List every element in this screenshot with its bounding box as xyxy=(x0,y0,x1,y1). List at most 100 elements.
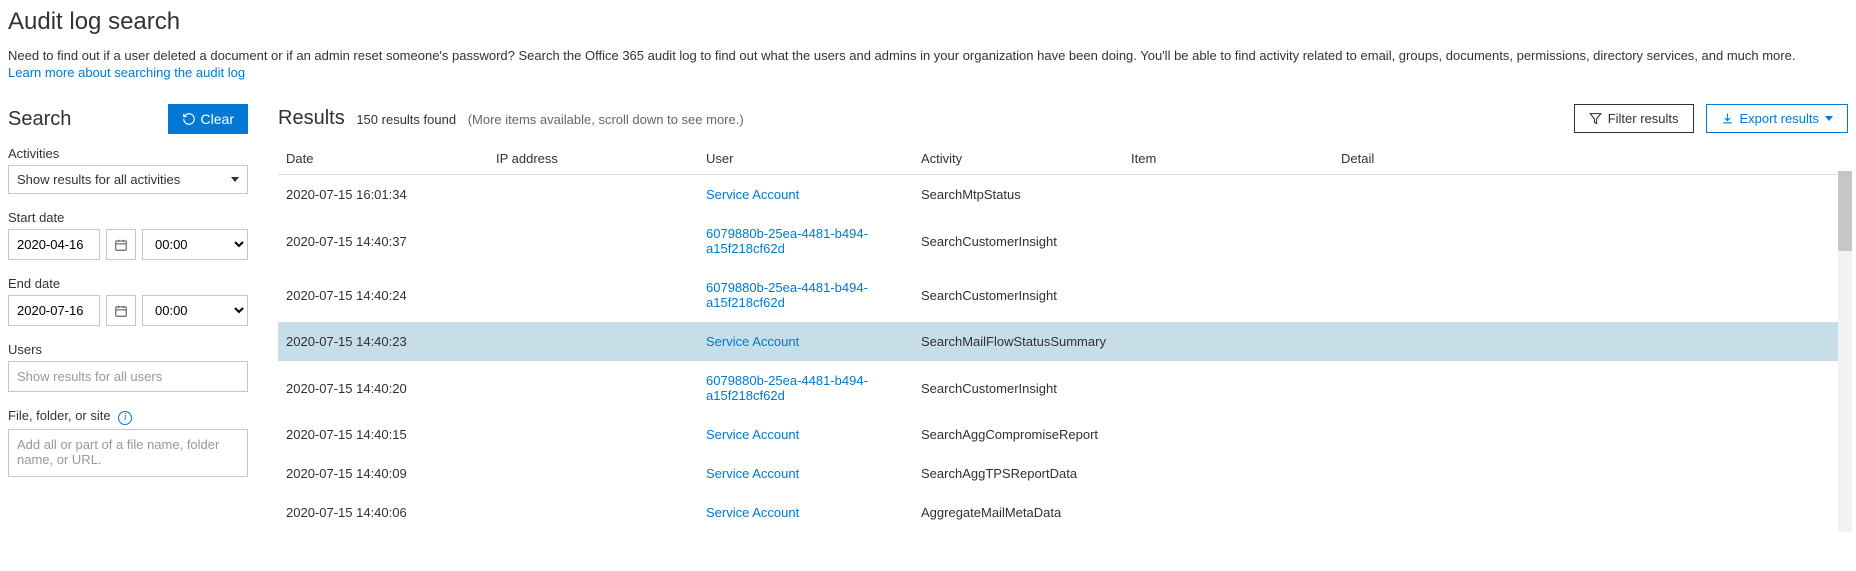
end-date-input[interactable] xyxy=(8,295,100,326)
cell-activity: SearchAggTPSReportData xyxy=(913,454,1123,493)
cell-user: 6079880b-25ea-4481-b494-a15f218cf62d xyxy=(698,214,913,268)
start-date-calendar-button[interactable] xyxy=(106,229,136,260)
cell-ip xyxy=(488,175,698,215)
cell-date: 2020-07-15 14:40:37 xyxy=(278,214,488,268)
download-icon xyxy=(1721,112,1734,125)
cell-user: Service Account xyxy=(698,493,913,532)
cell-item xyxy=(1123,415,1333,454)
file-input[interactable] xyxy=(8,429,248,477)
user-link[interactable]: Service Account xyxy=(706,466,799,481)
cell-activity: SearchCustomerInsight xyxy=(913,361,1123,415)
end-date-calendar-button[interactable] xyxy=(106,295,136,326)
cell-ip xyxy=(488,361,698,415)
file-label: File, folder, or site i xyxy=(8,408,248,425)
end-time-select[interactable]: 00:00 xyxy=(142,295,248,326)
user-link[interactable]: Service Account xyxy=(706,334,799,349)
cell-item xyxy=(1123,322,1333,361)
cell-user: 6079880b-25ea-4481-b494-a15f218cf62d xyxy=(698,361,913,415)
col-header-detail[interactable]: Detail xyxy=(1333,143,1848,175)
undo-icon xyxy=(182,112,196,126)
info-icon[interactable]: i xyxy=(118,411,132,425)
activities-dropdown[interactable]: Show results for all activities xyxy=(8,165,248,194)
cell-ip xyxy=(488,214,698,268)
cell-detail xyxy=(1333,175,1848,215)
page-description: Need to find out if a user deleted a doc… xyxy=(8,48,1848,63)
results-count: 150 results found xyxy=(356,112,456,127)
results-hint: (More items available, scroll down to se… xyxy=(468,112,744,127)
cell-item xyxy=(1123,361,1333,415)
cell-detail xyxy=(1333,454,1848,493)
cell-detail xyxy=(1333,322,1848,361)
cell-activity: SearchCustomerInsight xyxy=(913,214,1123,268)
user-link[interactable]: 6079880b-25ea-4481-b494-a15f218cf62d xyxy=(706,373,868,403)
end-date-label: End date xyxy=(8,276,248,291)
cell-detail xyxy=(1333,415,1848,454)
user-link[interactable]: 6079880b-25ea-4481-b494-a15f218cf62d xyxy=(706,280,868,310)
cell-user: Service Account xyxy=(698,322,913,361)
cell-ip xyxy=(488,322,698,361)
col-header-date[interactable]: Date xyxy=(278,143,488,175)
cell-date: 2020-07-15 14:40:24 xyxy=(278,268,488,322)
table-row[interactable]: 2020-07-15 14:40:09 Service Account Search… xyxy=(278,454,1848,493)
table-row[interactable]: 2020-07-15 14:40:06 Service Account Aggreg… xyxy=(278,493,1848,532)
export-results-label: Export results xyxy=(1740,111,1819,126)
cell-activity: SearchCustomerInsight xyxy=(913,268,1123,322)
cell-detail xyxy=(1333,268,1848,322)
cell-date: 2020-07-15 14:40:15 xyxy=(278,415,488,454)
col-header-item[interactable]: Item xyxy=(1123,143,1333,175)
results-panel: Results 150 results found (More items av… xyxy=(278,104,1848,532)
cell-item xyxy=(1123,175,1333,215)
cell-item xyxy=(1123,454,1333,493)
cell-date: 2020-07-15 14:40:06 xyxy=(278,493,488,532)
table-row[interactable]: 2020-07-15 16:01:34 Service Account Search… xyxy=(278,175,1848,215)
scrollbar[interactable] xyxy=(1838,171,1852,532)
cell-activity: SearchMailFlowStatusSummary xyxy=(913,322,1123,361)
table-row[interactable]: 2020-07-15 14:40:23 Service Account Search… xyxy=(278,322,1848,361)
calendar-icon xyxy=(114,238,128,252)
cell-date: 2020-07-15 14:40:20 xyxy=(278,361,488,415)
start-time-select[interactable]: 00:00 xyxy=(142,229,248,260)
cell-date: 2020-07-15 14:40:23 xyxy=(278,322,488,361)
caret-down-icon xyxy=(231,177,239,182)
file-label-text: File, folder, or site xyxy=(8,408,111,423)
table-row[interactable]: 2020-07-15 14:40:15 Service Account Search… xyxy=(278,415,1848,454)
cell-user: 6079880b-25ea-4481-b494-a15f218cf62d xyxy=(698,268,913,322)
learn-more-link[interactable]: Learn more about searching the audit log xyxy=(8,65,245,80)
search-title: Search xyxy=(8,108,71,131)
start-date-label: Start date xyxy=(8,210,248,225)
table-row[interactable]: 2020-07-15 14:40:24 6079880b-25ea-4481-b4… xyxy=(278,268,1848,322)
clear-button[interactable]: Clear xyxy=(168,104,248,134)
cell-date: 2020-07-15 16:01:34 xyxy=(278,175,488,215)
user-link[interactable]: 6079880b-25ea-4481-b494-a15f218cf62d xyxy=(706,226,868,256)
cell-activity: SearchMtpStatus xyxy=(913,175,1123,215)
scrollbar-thumb[interactable] xyxy=(1838,171,1852,251)
cell-ip xyxy=(488,268,698,322)
page-title: Audit log search xyxy=(8,8,1848,36)
start-date-input[interactable] xyxy=(8,229,100,260)
col-header-ip[interactable]: IP address xyxy=(488,143,698,175)
users-label: Users xyxy=(8,342,248,357)
clear-button-label: Clear xyxy=(201,111,234,127)
cell-detail xyxy=(1333,493,1848,532)
table-row[interactable]: 2020-07-15 14:40:20 6079880b-25ea-4481-b4… xyxy=(278,361,1848,415)
cell-user: Service Account xyxy=(698,415,913,454)
cell-date: 2020-07-15 14:40:09 xyxy=(278,454,488,493)
calendar-icon xyxy=(114,304,128,318)
cell-item xyxy=(1123,268,1333,322)
user-link[interactable]: Service Account xyxy=(706,187,799,202)
col-header-user[interactable]: User xyxy=(698,143,913,175)
export-results-button[interactable]: Export results xyxy=(1706,104,1848,133)
user-link[interactable]: Service Account xyxy=(706,427,799,442)
search-panel: Search Clear Activities Show results for… xyxy=(8,104,248,532)
col-header-activity[interactable]: Activity xyxy=(913,143,1123,175)
activities-label: Activities xyxy=(8,146,248,161)
caret-down-icon xyxy=(1825,116,1833,121)
cell-item xyxy=(1123,214,1333,268)
filter-results-button[interactable]: Filter results xyxy=(1574,104,1694,133)
users-input[interactable] xyxy=(8,361,248,392)
cell-activity: AggregateMailMetaData xyxy=(913,493,1123,532)
table-row[interactable]: 2020-07-15 14:40:37 6079880b-25ea-4481-b4… xyxy=(278,214,1848,268)
cell-ip xyxy=(488,493,698,532)
user-link[interactable]: Service Account xyxy=(706,505,799,520)
cell-activity: SearchAggCompromiseReport xyxy=(913,415,1123,454)
